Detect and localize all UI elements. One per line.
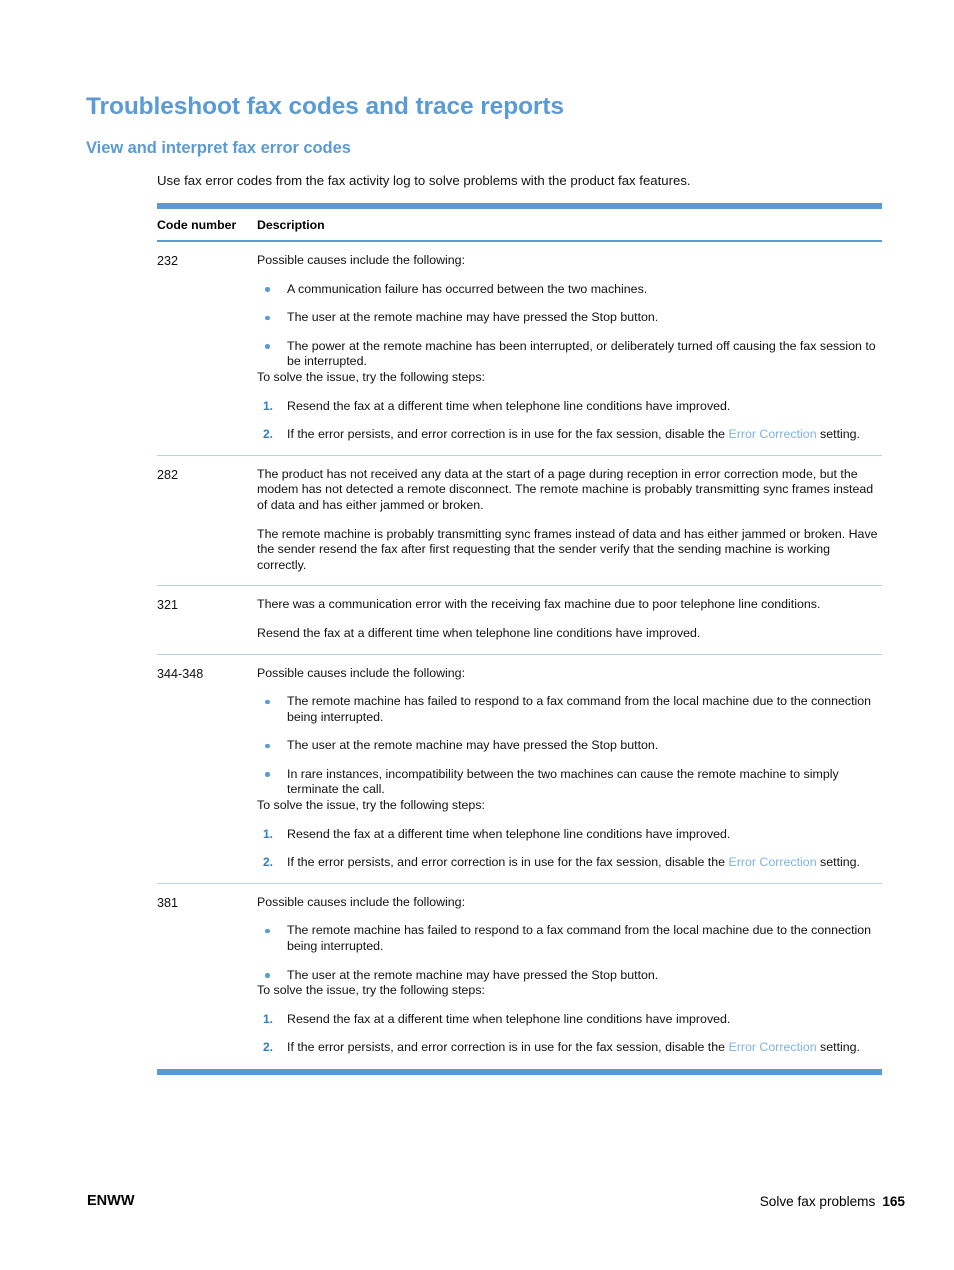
cause-bullet-list: A communication failure has occurred bet… [257,282,882,370]
bullet-dot-icon [265,743,270,749]
step-text-suffix: setting. [816,427,860,442]
bullet-dot-icon [265,287,270,292]
description-paragraph: The remote machine is probably transmitt… [257,526,878,572]
numbered-step-item: 1. Resend the fax at a different time whe… [257,827,882,843]
description-paragraph: Resend the fax at a different time when … [257,625,701,640]
causes-intro-text: Possible causes include the following: [257,894,466,909]
step-text-prefix: If the error persists, and error correct… [287,427,729,442]
footer-enww: ENWW [87,1193,135,1209]
error-correction-link[interactable]: Error Correction [728,1040,816,1054]
table-cell-code-number: 344-348 [157,666,204,681]
table-cell-description: Possible causes include the following: Th… [257,666,882,871]
intro-paragraph: Use fax error codes from the fax activit… [157,173,691,188]
numbered-step-item: 1. Resend the fax at a different time whe… [257,1012,882,1028]
table-header-row: Code number Description [157,209,882,242]
numbered-step-item: 2. If the error persists, and error corre… [257,1040,882,1056]
step-text: If the error persists, and error correct… [287,427,860,441]
table-cell-description: Possible causes include the following: A … [257,253,882,443]
causes-intro-text: Possible causes include the following: [257,253,466,267]
table-row: 282 The product has not received any data… [157,456,882,587]
list-item: The user at the remote machine may have … [257,968,882,984]
list-item: A communication failure has occurred bet… [257,282,882,298]
page-title: Troubleshoot fax codes and trace reports [86,93,564,120]
table-cell-description: The product has not received any data at… [257,467,882,574]
table-cell-description: Possible causes include the following: Th… [257,895,882,1056]
steps-intro-text: To solve the issue, try the following st… [257,983,485,998]
bullet-dot-icon [265,344,270,349]
list-item-text: The user at the remote machine may have … [287,967,659,982]
step-number: 1. [263,1011,274,1026]
description-paragraph: The product has not received any data at… [257,466,874,512]
table-cell-description: There was a communication error with the… [257,597,882,641]
footer-page-number: 165 [882,1194,905,1209]
list-item-text: The power at the remote machine has been… [287,338,876,369]
list-item: The remote machine has failed to respond… [257,923,882,954]
bullet-dot-icon [265,928,270,934]
description-paragraph: There was a communication error with the… [257,597,821,612]
step-text-suffix: setting. [816,855,860,870]
table-cell-code-number: 232 [157,254,179,268]
footer-section-and-page: Solve fax problems 165 [760,1194,905,1209]
bullet-dot-icon [265,973,270,978]
numbered-step-item: 1. Resend the fax at a different time whe… [257,399,882,415]
numbered-step-item: 2. If the error persists, and error corre… [257,855,882,871]
steps-intro-text: To solve the issue, try the following st… [257,798,485,813]
bullet-dot-icon [265,772,270,777]
solution-steps-list: 1. Resend the fax at a different time whe… [257,399,882,443]
step-number: 2. [263,855,274,870]
solution-steps-list: 1. Resend the fax at a different time whe… [257,827,882,871]
causes-intro-text: Possible causes include the following: [257,665,466,680]
table-row: 381 Possible causes include the following… [157,884,882,1069]
table-cell-code-number: 282 [157,467,179,482]
step-text: If the error persists, and error correct… [287,1040,860,1054]
step-text-prefix: If the error persists, and error correct… [287,855,729,870]
fax-error-codes-table: Code number Description 232 Possible caus… [157,203,882,1075]
table-row: 232 Possible causes include the following… [157,242,882,456]
list-item: The remote machine has failed to respond… [257,694,882,725]
step-text: Resend the fax at a different time when … [287,1011,731,1026]
document-page: Troubleshoot fax codes and trace reports… [0,0,954,1270]
numbered-step-item: 2. If the error persists, and error corre… [257,427,882,443]
list-item: The power at the remote machine has been… [257,339,882,370]
list-item-text: The user at the remote machine may have … [287,310,659,325]
step-text: Resend the fax at a different time when … [287,826,731,841]
table-header-description: Description [257,218,325,232]
step-text: Resend the fax at a different time when … [287,398,731,413]
footer-section-label: Solve fax problems [759,1194,876,1209]
table-body: 232 Possible causes include the following… [157,242,882,1069]
list-item-text: The user at the remote machine may have … [287,738,659,753]
solution-steps-list: 1. Resend the fax at a different time whe… [257,1012,882,1056]
list-item-text: The remote machine has failed to respond… [287,694,872,724]
table-cell-code-number: 321 [157,598,179,613]
bullet-dot-icon [265,315,270,321]
bullet-dot-icon [265,699,270,705]
step-number: 2. [263,1040,274,1055]
cause-bullet-list: The remote machine has failed to respond… [257,923,882,983]
list-item: In rare instances, incompatibility betwe… [257,767,882,798]
step-number: 2. [263,427,274,442]
table-header-code-number: Code number [157,218,237,232]
step-number: 1. [263,398,274,413]
list-item-text: The remote machine has failed to respond… [287,923,872,954]
cause-bullet-list: The remote machine has failed to respond… [257,694,882,798]
step-text: If the error persists, and error correct… [287,855,860,869]
table-row: 344-348 Possible causes include the follo… [157,655,882,884]
list-item: The user at the remote machine may have … [257,738,882,754]
error-correction-link[interactable]: Error Correction [728,855,816,869]
steps-intro-text: To solve the issue, try the following st… [257,369,485,384]
step-text-suffix: setting. [816,1040,860,1055]
table-row: 321 There was a communication error with … [157,586,882,655]
list-item-text: A communication failure has occurred bet… [287,281,648,296]
step-number: 1. [263,826,274,841]
error-correction-link[interactable]: Error Correction [728,427,816,441]
section-heading: View and interpret fax error codes [86,139,351,157]
table-cell-code-number: 381 [157,895,179,910]
table-bottom-rule [157,1069,882,1075]
list-item-text: In rare instances, incompatibility betwe… [287,766,839,797]
list-item: The user at the remote machine may have … [257,310,882,326]
step-text-prefix: If the error persists, and error correct… [287,1040,729,1055]
